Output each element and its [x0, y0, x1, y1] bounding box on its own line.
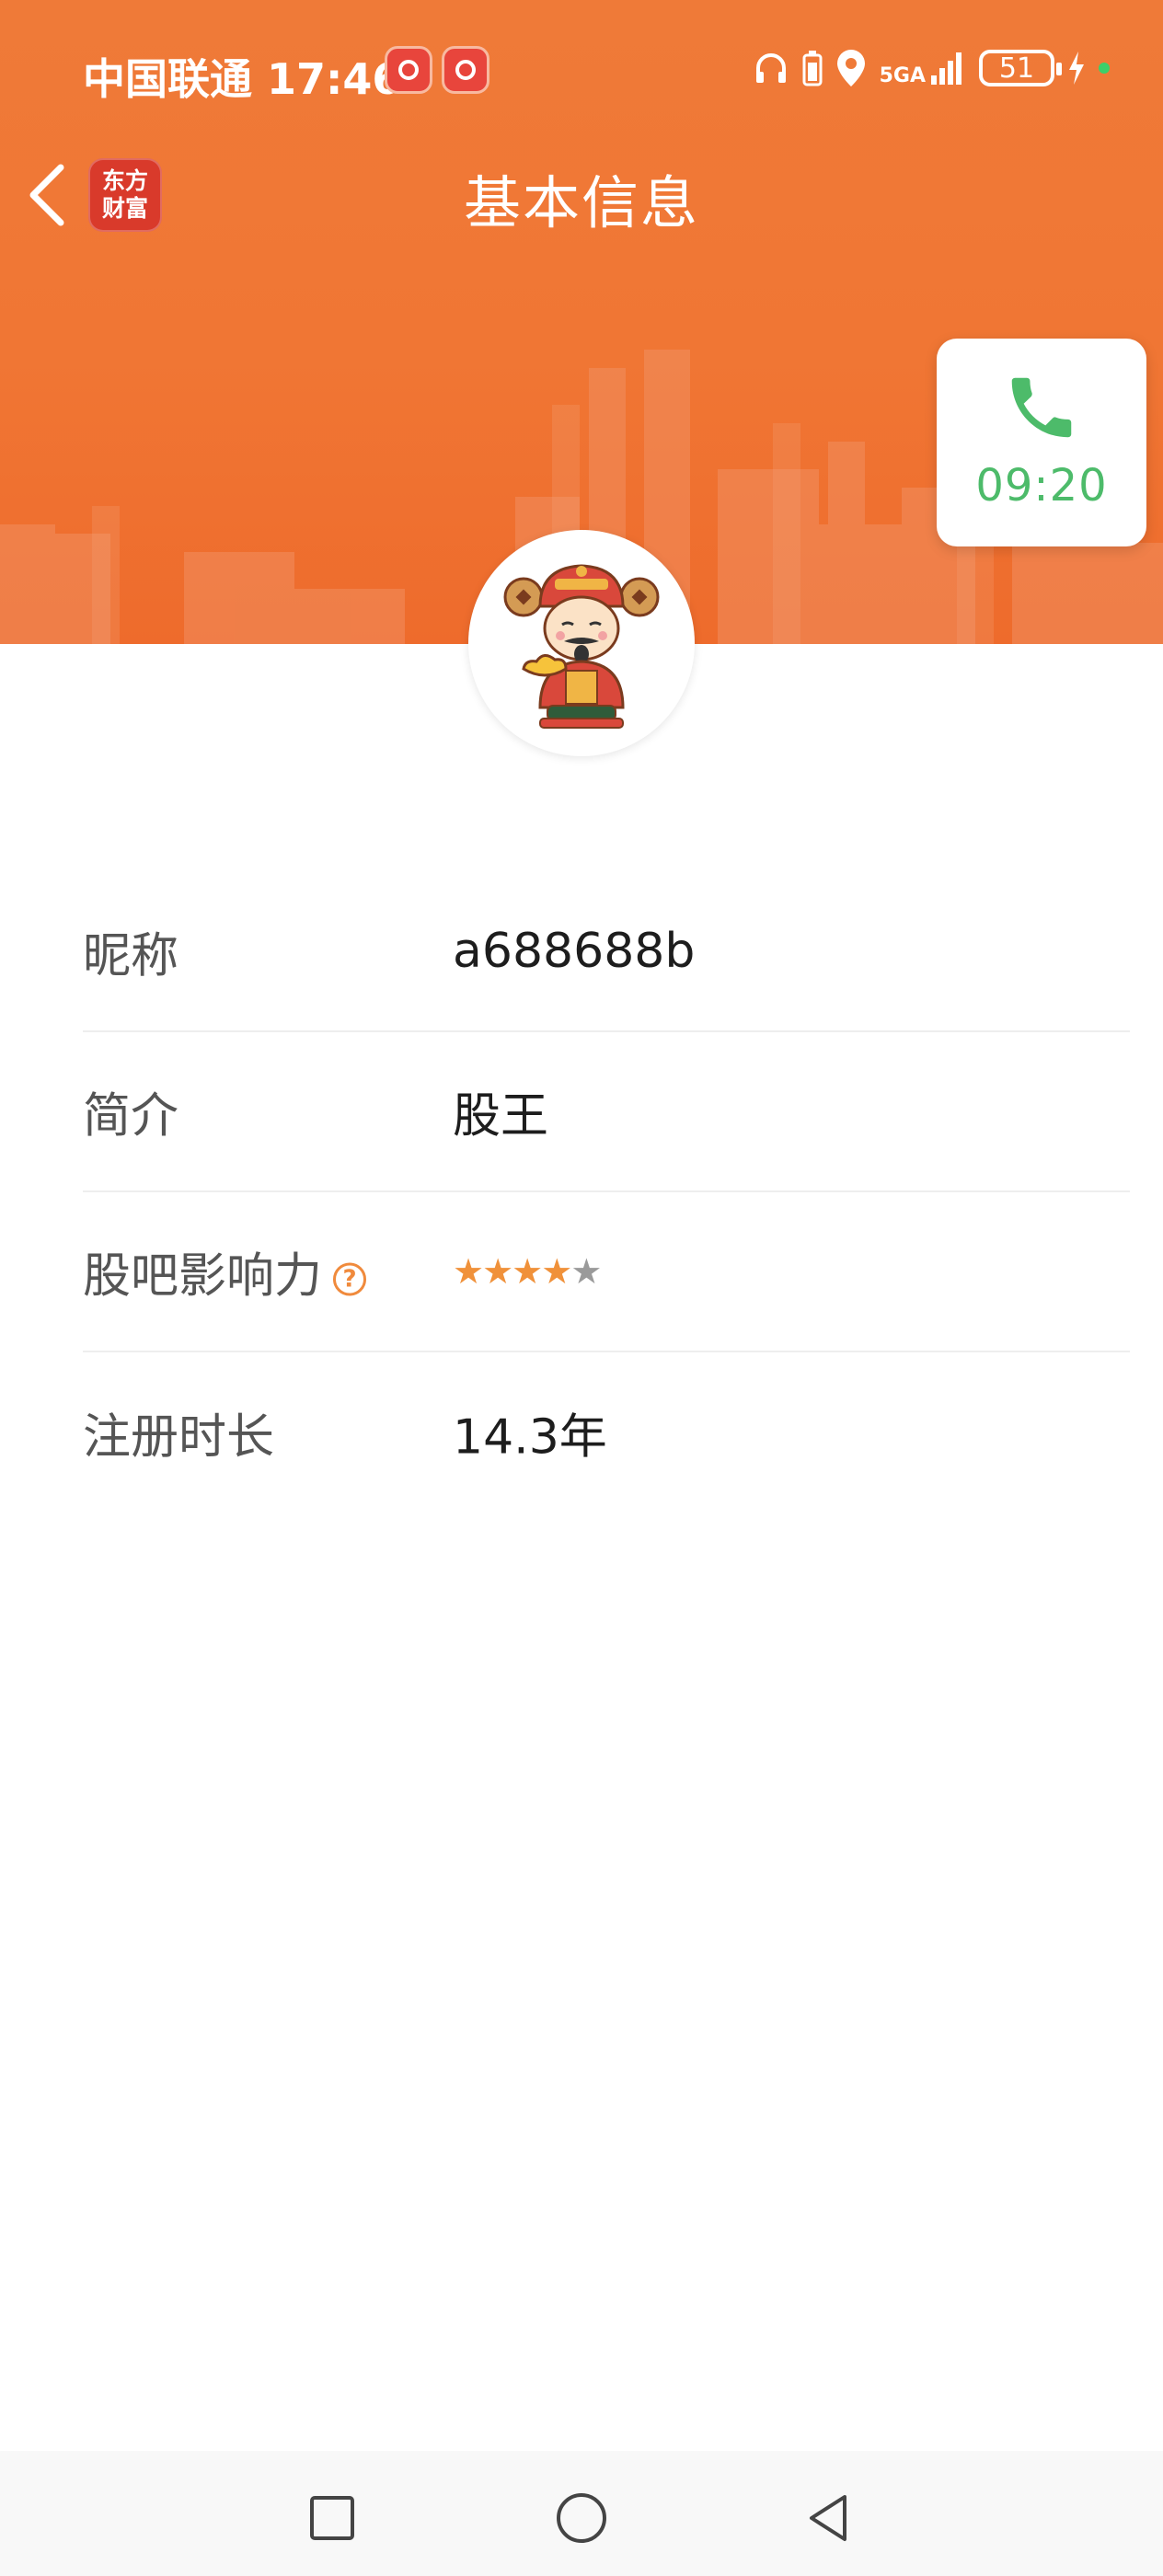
- notification-icons: [385, 46, 489, 94]
- registration-value: 14.3年: [453, 1409, 607, 1466]
- influence-row: 股吧影响力? ★★★★★: [83, 1192, 1130, 1352]
- signal-bars-icon: [931, 52, 961, 85]
- device-battery-icon: [802, 51, 823, 86]
- avatar[interactable]: [468, 530, 695, 756]
- charging-icon: [1069, 52, 1084, 85]
- star-empty-icon: ★: [570, 1251, 602, 1292]
- registration-row: 注册时长 14.3年: [83, 1352, 1130, 1512]
- star-filled-icon: ★: [453, 1251, 484, 1292]
- battery-level: 51: [998, 52, 1035, 85]
- nickname-value: a688688b: [453, 924, 696, 979]
- battery-indicator: 51: [979, 50, 1062, 86]
- nickname-row: 昵称 a688688b: [83, 872, 1130, 1032]
- nickname-label: 昵称: [83, 928, 179, 984]
- floating-call-widget[interactable]: 09:20: [937, 339, 1146, 546]
- carrier-time: 中国联通 17:46: [83, 46, 401, 107]
- bio-value: 股王: [453, 1088, 549, 1144]
- call-duration: 09:20: [975, 460, 1108, 512]
- signal-indicator: 5GA: [880, 50, 966, 86]
- headphones-icon: [755, 53, 786, 83]
- influence-label-group: 股吧影响力?: [83, 1237, 367, 1306]
- profile-info-list: 昵称 a688688b 简介 股王 股吧影响力? ★★★★★ 注册时长 14.3…: [83, 872, 1130, 1512]
- clock: 17:46: [267, 54, 402, 104]
- back-triangle-icon[interactable]: [797, 2486, 861, 2550]
- location-icon: [836, 50, 865, 86]
- status-bar: 中国联通 17:46 5GA 51: [0, 37, 1163, 110]
- caishen-avatar-icon: [503, 564, 660, 729]
- star-filled-icon: ★: [541, 1251, 572, 1292]
- bio-label: 简介: [83, 1088, 179, 1144]
- star-filled-icon: ★: [482, 1251, 513, 1292]
- phone-icon: [1011, 377, 1072, 438]
- privacy-indicator-icon: [1099, 63, 1110, 74]
- status-indicators: 5GA 51: [753, 48, 1110, 88]
- star-filled-icon: ★: [512, 1251, 543, 1292]
- influence-label: 股吧影响力: [83, 1248, 323, 1305]
- system-navigation-bar: [0, 2451, 1163, 2576]
- registration-label: 注册时长: [83, 1409, 275, 1466]
- influence-rating: ★★★★★: [453, 1251, 602, 1292]
- bio-row: 简介 股王: [83, 1032, 1130, 1192]
- help-icon[interactable]: ?: [333, 1262, 367, 1296]
- app-notification-icon: [442, 46, 489, 94]
- page-title: 基本信息: [463, 169, 699, 236]
- carrier-name: 中国联通: [83, 54, 252, 104]
- app-notification-icon: [385, 46, 432, 94]
- network-type: 5GA: [879, 64, 926, 87]
- home-circle-icon[interactable]: [549, 2486, 614, 2550]
- recent-apps-square-icon[interactable]: [300, 2486, 364, 2550]
